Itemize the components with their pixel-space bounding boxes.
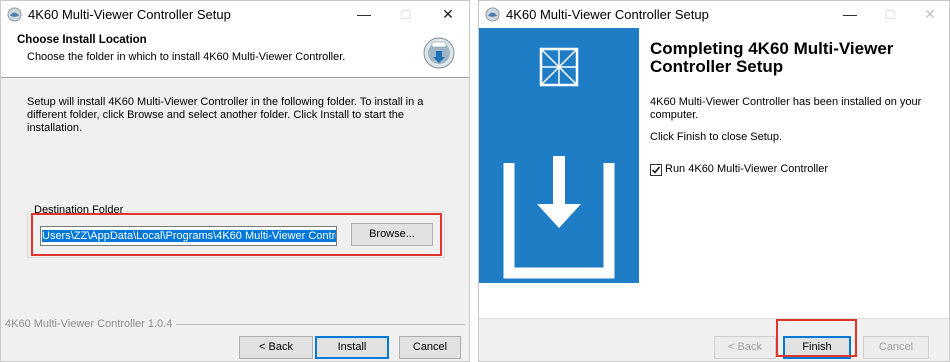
maximize-button[interactable]: □ [871, 1, 909, 28]
app-icon [7, 7, 22, 22]
logo-icon [539, 47, 579, 87]
run-app-label[interactable]: Run 4K60 Multi-Viewer Controller [665, 163, 828, 175]
page-title: Choose Install Location [17, 34, 147, 46]
close-button[interactable]: ✕ [911, 1, 949, 28]
window-title: 4K60 Multi-Viewer Controller Setup [28, 7, 231, 22]
download-to-laptop-icon [479, 156, 639, 318]
installer-disc-icon [423, 37, 455, 69]
maximize-button[interactable]: □ [387, 1, 425, 28]
checkmark-icon [652, 166, 661, 174]
completion-heading: Completing 4K60 Multi-Viewer Controller … [650, 39, 894, 76]
app-icon [485, 7, 500, 22]
minimize-button[interactable]: — [345, 1, 383, 28]
side-panel [479, 28, 639, 318]
back-button[interactable]: < Back [239, 336, 313, 359]
completion-window: 4K60 Multi-Viewer Controller Setup — □ ✕… [478, 0, 950, 362]
install-button[interactable]: Install [315, 336, 389, 359]
back-button[interactable]: < Back [714, 336, 776, 359]
highlight-box [31, 213, 442, 256]
finish-instruction: Click Finish to close Setup. [650, 131, 783, 143]
title-bar[interactable]: 4K60 Multi-Viewer Controller Setup — □ ✕ [1, 1, 469, 28]
minimize-button[interactable]: — [831, 1, 869, 28]
page-subtitle: Choose the folder in which to install 4K… [27, 51, 346, 63]
window-title: 4K60 Multi-Viewer Controller Setup [506, 7, 709, 22]
footer-divider [479, 318, 949, 319]
side-panel-graphic [479, 47, 639, 318]
cancel-button[interactable]: Cancel [863, 336, 929, 359]
title-bar[interactable]: 4K60 Multi-Viewer Controller Setup — □ ✕ [479, 1, 949, 28]
header-panel: Choose Install Location Choose the folde… [1, 28, 469, 78]
run-app-checkbox[interactable] [650, 164, 662, 176]
footer-divider [173, 324, 465, 325]
installed-message: 4K60 Multi-Viewer Controller has been in… [650, 96, 922, 121]
highlight-box [776, 319, 857, 357]
cancel-button[interactable]: Cancel [399, 336, 461, 359]
branding-text: 4K60 Multi-Viewer Controller 1.0.4 [5, 318, 177, 330]
install-location-window: 4K60 Multi-Viewer Controller Setup — □ ✕… [0, 0, 470, 362]
instructions-text: Setup will install 4K60 Multi-Viewer Con… [27, 96, 424, 134]
close-button[interactable]: ✕ [429, 1, 467, 28]
